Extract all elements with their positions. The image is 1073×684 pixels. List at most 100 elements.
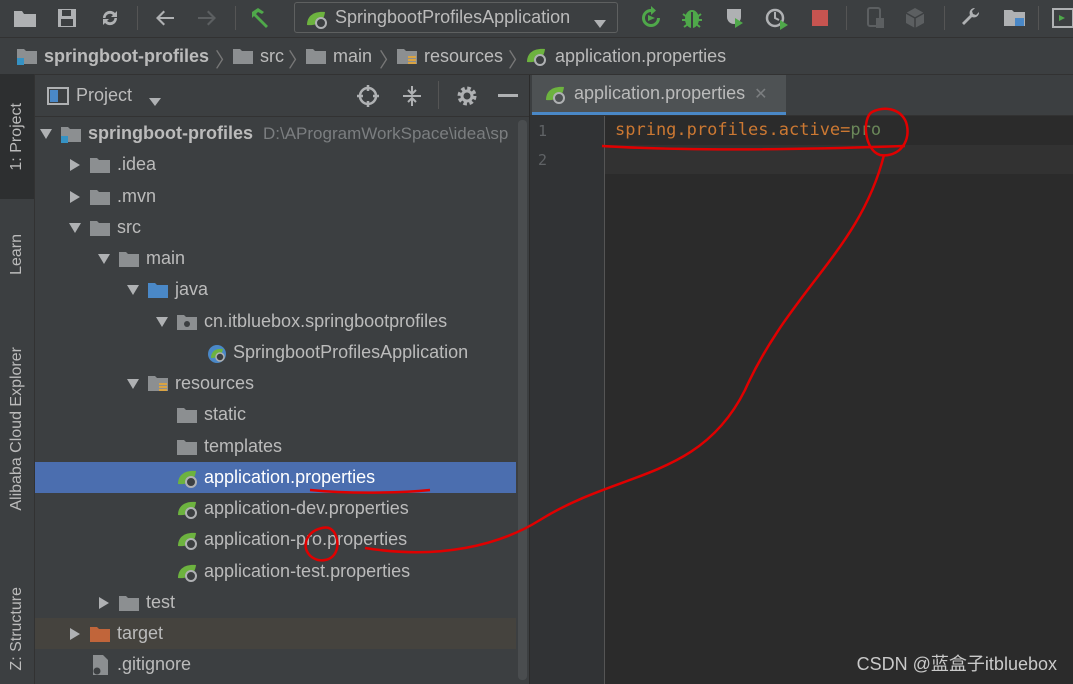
run-config-label: SpringbootProfilesApplication [335, 7, 571, 27]
tab-application-properties[interactable]: application.properties ✕ [532, 75, 786, 115]
collapsed-arrow-icon[interactable] [69, 190, 81, 203]
tab-learn[interactable]: Learn [0, 214, 34, 294]
breadcrumb-item-src[interactable]: src [232, 43, 284, 69]
expanded-arrow-icon[interactable] [40, 128, 52, 140]
tree-item[interactable]: application-pro.properties [35, 524, 529, 555]
tree-item-label: .idea [117, 154, 157, 174]
tree-item[interactable]: .mvn [35, 181, 529, 212]
settings-wrench-icon[interactable] [956, 3, 986, 33]
forward-icon[interactable] [192, 3, 222, 33]
expanded-arrow-icon[interactable] [127, 378, 139, 390]
resources-folder-icon [397, 49, 417, 64]
profile-icon[interactable] [762, 3, 792, 33]
tree-item-label: java [175, 279, 209, 299]
breadcrumb-item-file[interactable]: application.properties [525, 43, 726, 69]
folder-icon [233, 49, 253, 64]
gear-icon[interactable] [455, 84, 479, 113]
property-equals: = [840, 120, 851, 140]
debug-icon[interactable] [677, 3, 707, 33]
sync-icon[interactable] [95, 3, 125, 33]
collapsed-arrow-icon[interactable] [69, 627, 81, 640]
spring-properties-icon [176, 499, 198, 519]
tree-item-label: springboot-profiles [88, 123, 253, 143]
expanded-arrow-icon[interactable] [69, 222, 81, 234]
tab-structure[interactable]: Z: Structure [0, 574, 34, 684]
spring-properties-icon [527, 48, 546, 66]
expanded-arrow-icon[interactable] [156, 316, 168, 328]
tree-item[interactable]: java [35, 274, 529, 305]
breadcrumb-item-project[interactable]: springboot-profiles [16, 43, 209, 69]
breadcrumb-item-main[interactable]: main [305, 43, 372, 69]
tab-alibaba-cloud-explorer[interactable]: Alibaba Cloud Explorer [0, 314, 34, 544]
module-folder-icon [17, 49, 37, 65]
expanded-arrow-icon[interactable] [98, 253, 110, 265]
expanded-arrow-icon[interactable] [127, 284, 139, 296]
breadcrumb-item-resources[interactable]: resources [396, 43, 503, 69]
tree-item-label: application.properties [204, 467, 376, 487]
tree-item-label: application-test.properties [204, 561, 411, 581]
save-icon[interactable] [52, 3, 82, 33]
tree-item[interactable]: springboot-profiles D:\AProgramWorkSpace\… [35, 118, 529, 149]
tree-item-label: main [146, 248, 186, 268]
tree-item-label: .gitignore [117, 654, 192, 674]
property-value: pro [850, 120, 882, 140]
folder-icon [176, 405, 198, 425]
project-view-selector[interactable]: Project [76, 85, 132, 106]
spring-boot-class-icon [205, 343, 227, 363]
tree-scrollbar[interactable] [516, 117, 529, 684]
terminal-icon[interactable] [1048, 3, 1073, 33]
spring-properties-icon [176, 562, 198, 582]
spring-properties-icon [176, 530, 198, 550]
folder-icon [89, 218, 111, 238]
chevron-down-icon [593, 13, 607, 34]
tree-item-label: test [146, 592, 176, 612]
tree-item-label: SpringbootProfilesApplication [233, 342, 469, 362]
module-folder-icon [60, 124, 82, 144]
stop-icon[interactable] [805, 3, 835, 33]
collapsed-arrow-icon[interactable] [98, 596, 110, 609]
tree-item-label: resources [175, 373, 255, 393]
code-lines[interactable]: spring.profiles.active=pro [605, 116, 1073, 176]
back-icon[interactable] [150, 3, 180, 33]
excluded-folder-icon [89, 624, 111, 644]
project-tree: springboot-profiles D:\AProgramWorkSpace\… [35, 117, 529, 684]
tree-item[interactable]: resources [35, 368, 529, 399]
collapse-all-icon[interactable] [401, 84, 423, 113]
code-line-1[interactable]: spring.profiles.active=pro [615, 120, 881, 140]
property-key: spring.profiles.active [615, 120, 841, 140]
coverage-icon[interactable] [720, 3, 750, 33]
tree-item[interactable]: templates [35, 431, 529, 462]
open-folder-icon[interactable] [10, 3, 40, 33]
package-icon [176, 312, 198, 332]
tree-item-label: src [117, 217, 141, 237]
tree-item[interactable]: static [35, 399, 529, 430]
run-config-dropdown[interactable]: SpringbootProfilesApplication [294, 2, 618, 33]
tree-item[interactable]: main [35, 243, 529, 274]
folder-icon [176, 437, 198, 457]
tree-item[interactable]: .gitignore [35, 649, 529, 680]
folder-icon [306, 49, 326, 64]
collapsed-arrow-icon[interactable] [69, 158, 81, 171]
minimize-icon[interactable] [498, 94, 518, 97]
tree-item[interactable]: application-test.properties [35, 556, 529, 587]
tree-item[interactable]: test [35, 587, 529, 618]
folder-icon [118, 249, 140, 269]
sdk-icon[interactable] [900, 3, 930, 33]
tree-item[interactable]: SpringbootProfilesApplication [35, 337, 529, 368]
tree-item-label: application-pro.properties [204, 529, 408, 549]
tree-item[interactable]: cn.itbluebox.springbootprofiles [35, 306, 529, 337]
locate-icon[interactable] [356, 84, 380, 113]
tree-item[interactable]: src [35, 212, 529, 243]
chevron-down-icon[interactable] [148, 91, 162, 112]
tree-item[interactable]: application.properties [35, 462, 529, 493]
project-structure-icon[interactable] [1000, 3, 1030, 33]
rerun-icon[interactable] [636, 3, 666, 33]
code-editor[interactable] [605, 116, 1073, 684]
tab-project[interactable]: 1: Project [0, 74, 34, 199]
device-icon[interactable] [860, 3, 890, 33]
tree-item[interactable]: target [35, 618, 529, 649]
close-icon[interactable]: ✕ [754, 84, 767, 104]
build-icon[interactable] [247, 3, 277, 33]
tree-item[interactable]: .idea [35, 149, 529, 180]
tree-item[interactable]: application-dev.properties [35, 493, 529, 524]
